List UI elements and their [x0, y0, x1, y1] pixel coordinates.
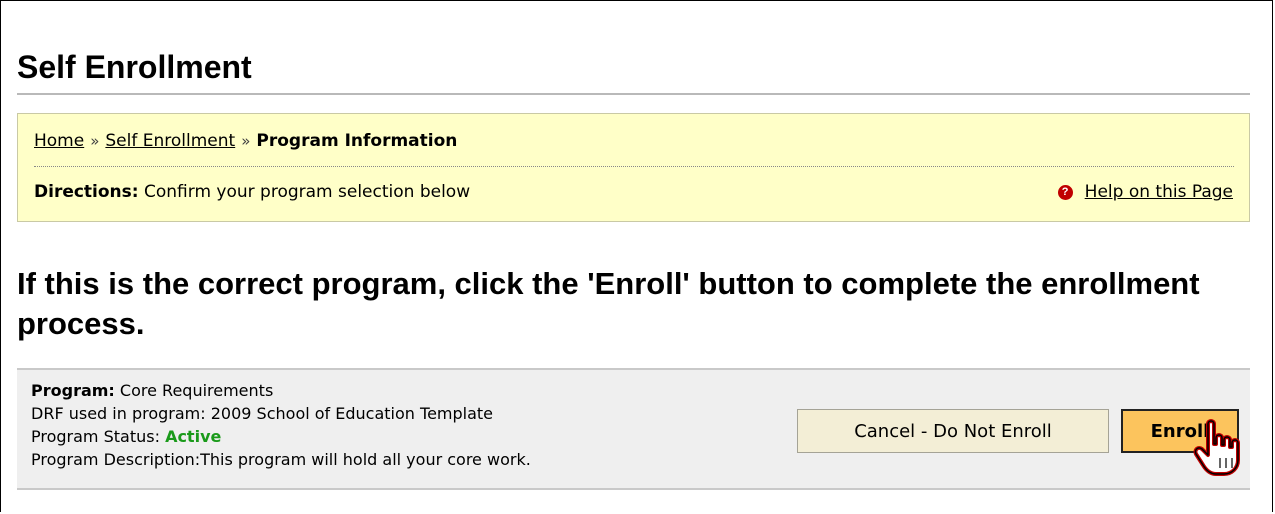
drf-row: DRF used in program: 2009 School of Educ… — [31, 402, 531, 425]
drf-value: 2009 School of Education Template — [210, 404, 494, 423]
program-name-row: Program: Core Requirements — [31, 379, 531, 402]
breadcrumb-separator: » — [90, 132, 100, 150]
description-row: Program Description:This program will ho… — [31, 448, 531, 471]
program-details: Program: Core Requirements DRF used in p… — [31, 379, 531, 471]
breadcrumb-home-link[interactable]: Home — [34, 131, 84, 151]
drf-label: DRF used in program: — [31, 404, 206, 423]
status-label: Program Status: — [31, 427, 160, 446]
instruction-headline: If this is the correct program, click th… — [17, 266, 1200, 341]
cancel-do-not-enroll-button[interactable]: Cancel - Do Not Enroll — [797, 409, 1109, 453]
help-question-icon[interactable]: ? — [1057, 184, 1073, 200]
status-row: Program Status: Active — [31, 425, 531, 448]
breadcrumb-self-enrollment-link[interactable]: Self Enrollment — [105, 131, 235, 151]
status-badge: Active — [165, 427, 222, 446]
breadcrumb-separator: » — [241, 132, 251, 150]
dotted-divider — [34, 166, 1234, 167]
directions-text: Confirm your program selection below — [144, 182, 471, 202]
hand-pointer-cursor-icon — [1193, 419, 1240, 476]
breadcrumb: Home » Self Enrollment » Program Information — [34, 131, 457, 151]
program-panel: Program: Core Requirements DRF used in p… — [17, 368, 1250, 490]
directions: Directions: Confirm your program selecti… — [34, 182, 470, 202]
directions-label: Directions: — [34, 182, 139, 202]
breadcrumb-current: Program Information — [256, 131, 458, 151]
info-box: Home » Self Enrollment » Program Information… — [17, 113, 1250, 222]
description-value: This program will hold all your core wor… — [200, 450, 531, 469]
page-title: Self Enrollment — [17, 49, 252, 85]
help-link-group[interactable]: ? Help on this Page — [1057, 182, 1233, 202]
help-on-this-page-link[interactable]: Help on this Page — [1085, 182, 1233, 202]
title-divider — [17, 93, 1250, 95]
program-label: Program: — [31, 381, 115, 400]
program-value: Core Requirements — [119, 381, 274, 400]
description-label: Program Description: — [31, 450, 201, 469]
